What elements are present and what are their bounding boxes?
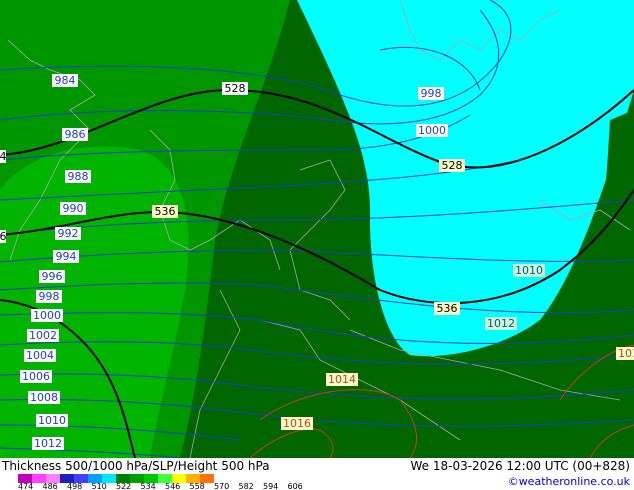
slp-label: 1008: [28, 391, 60, 404]
slp-label: 988: [65, 170, 91, 183]
svg-text:1012: 1012: [487, 317, 515, 330]
valid-time: We 18-03-2026 12:00 UTC (00+828): [410, 459, 630, 473]
svg-text:528: 528: [442, 159, 463, 172]
legend-ticks: 474 486 498 510 522 534 546 558 570 582 594 606: [18, 483, 338, 490]
map-title: Thickness 500/1000 hPa/SLP/Height 500 hP…: [2, 459, 270, 473]
slp-label: 1016: [616, 347, 634, 360]
legend-tick-label: 582: [238, 482, 254, 490]
svg-text:1000: 1000: [418, 124, 446, 137]
svg-text:1016: 1016: [618, 347, 634, 360]
legend-tick-label: 594: [263, 482, 279, 490]
credit-link[interactable]: ©weatheronline.co.uk: [508, 475, 630, 488]
slp-label: 1012: [32, 437, 64, 450]
legend-tick-label: 570: [214, 482, 230, 490]
svg-text:1016: 1016: [283, 417, 311, 430]
legend-tick-label: 498: [67, 482, 83, 490]
svg-text:1010: 1010: [515, 264, 543, 277]
svg-text:998: 998: [421, 87, 442, 100]
legend-tick-label: 534: [140, 482, 156, 490]
thickness-label: 528: [222, 82, 248, 95]
legend-tick-label: 510: [91, 482, 107, 490]
thickness-map: 984 986 988 990 992 994 996 998 1000 100…: [0, 0, 634, 458]
svg-text:528: 528: [225, 82, 246, 95]
thickness-label: 528: [439, 159, 465, 172]
slp-label: 1012: [485, 317, 517, 330]
edge-label: 6: [0, 230, 7, 243]
map-footer: Thickness 500/1000 hPa/SLP/Height 500 hP…: [0, 458, 634, 490]
thickness-label: 536: [434, 302, 460, 315]
slp-label: 1010: [513, 264, 545, 277]
slp-label: 1006: [20, 370, 52, 383]
slp-label: 996: [39, 270, 65, 283]
slp-label: 990: [60, 202, 86, 215]
svg-text:990: 990: [63, 202, 84, 215]
slp-label: 1004: [24, 349, 56, 362]
slp-label: 1000: [416, 124, 448, 137]
thickness-label: 536: [152, 205, 178, 218]
slp-label: 998: [36, 290, 62, 303]
weather-map-view: 984 986 988 990 992 994 996 998 1000 100…: [0, 0, 634, 490]
legend-tick-label: 546: [165, 482, 181, 490]
svg-text:986: 986: [65, 128, 86, 141]
svg-text:1000: 1000: [33, 309, 61, 322]
svg-text:6: 6: [0, 230, 7, 243]
svg-text:1010: 1010: [38, 414, 66, 427]
svg-text:1008: 1008: [30, 391, 58, 404]
svg-text:1012: 1012: [34, 437, 62, 450]
slp-label: 1000: [31, 309, 63, 322]
legend-tick-label: 474: [18, 482, 34, 490]
legend-tick-label: 606: [287, 482, 303, 490]
legend-tick-label: 522: [116, 482, 132, 490]
svg-text:984: 984: [55, 74, 76, 87]
svg-text:1014: 1014: [328, 373, 356, 386]
svg-text:536: 536: [437, 302, 458, 315]
svg-text:992: 992: [58, 227, 79, 240]
svg-text:4: 4: [0, 150, 7, 163]
svg-text:536: 536: [155, 205, 176, 218]
slp-label: 1016: [281, 417, 313, 430]
svg-text:1004: 1004: [26, 349, 54, 362]
slp-label: 1002: [27, 329, 59, 342]
svg-text:1006: 1006: [22, 370, 50, 383]
slp-label: 986: [62, 128, 88, 141]
slp-label: 998: [418, 87, 444, 100]
svg-text:988: 988: [68, 170, 89, 183]
slp-label: 992: [55, 227, 81, 240]
svg-text:994: 994: [56, 250, 77, 263]
slp-label: 984: [52, 74, 78, 87]
slp-label: 1014: [326, 373, 358, 386]
legend-tick-label: 486: [42, 482, 58, 490]
svg-text:1002: 1002: [29, 329, 57, 342]
svg-text:996: 996: [42, 270, 63, 283]
slp-label: 994: [53, 250, 79, 263]
svg-text:998: 998: [39, 290, 60, 303]
edge-label: 4: [0, 150, 7, 163]
legend-tick-label: 558: [189, 482, 205, 490]
slp-label: 1010: [36, 414, 68, 427]
